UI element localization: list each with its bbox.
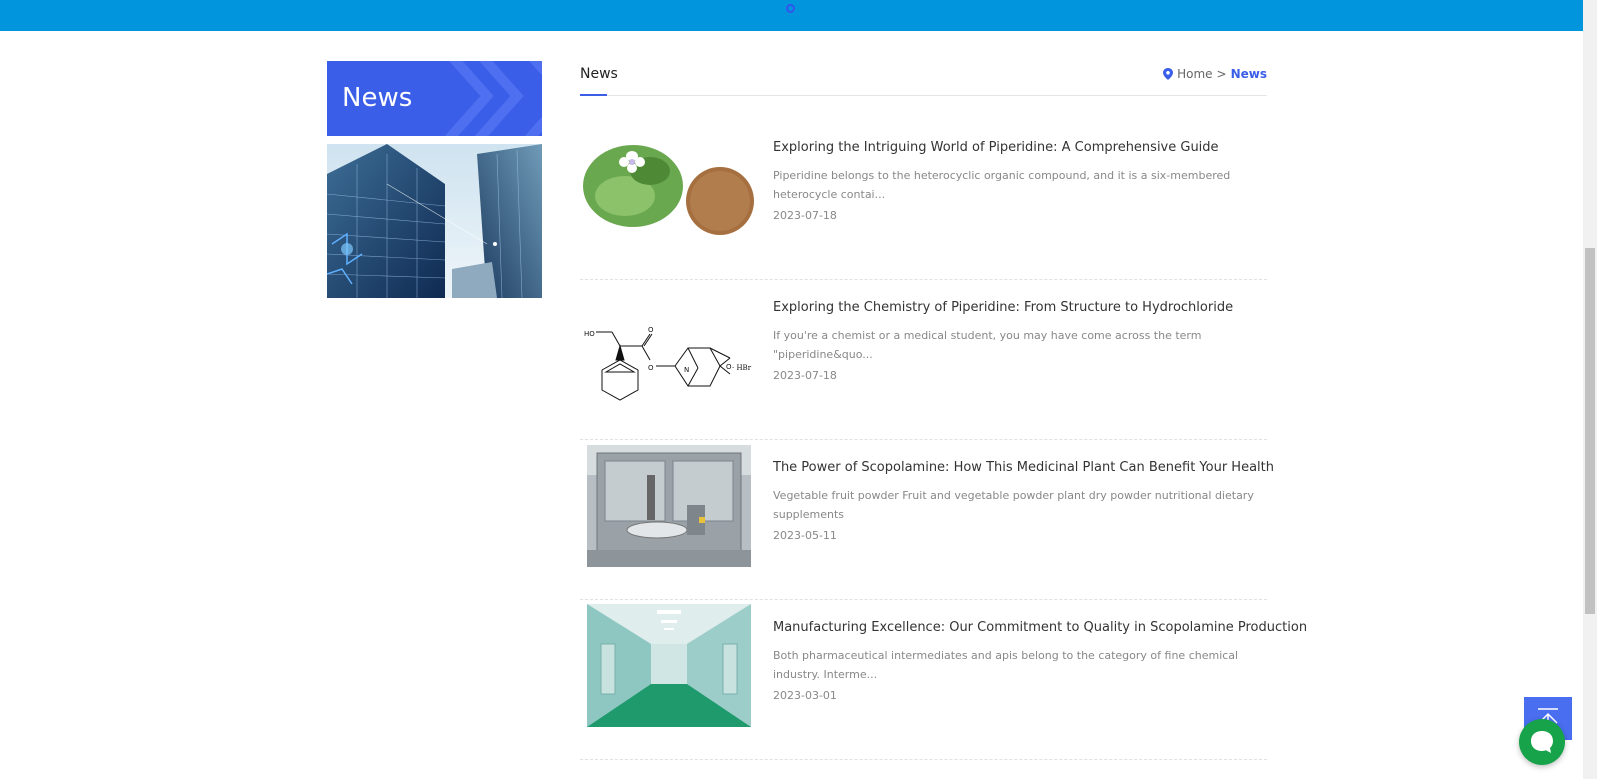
- news-date: 2023-07-18: [773, 369, 837, 382]
- loading-spinner-icon: [786, 4, 795, 13]
- news-thumbnail-lab-equipment[interactable]: [587, 445, 751, 567]
- top-bar: [0, 0, 1583, 31]
- page-title: News: [580, 66, 618, 82]
- molecule-n-label: N: [684, 366, 689, 374]
- news-date: 2023-07-18: [773, 209, 837, 222]
- breadcrumb-separator: >: [1216, 67, 1227, 81]
- news-item[interactable]: Exploring the Intriguing World of Piperi…: [580, 120, 1267, 280]
- molecule-ho-label: HO: [584, 330, 595, 338]
- sidebar-image-buildings: [327, 144, 542, 298]
- scrollbar-thumb[interactable]: [1585, 248, 1595, 614]
- news-thumbnail-molecule[interactable]: HO O O N O · HBr: [580, 296, 756, 403]
- news-summary: Vegetable fruit powder Fruit and vegetab…: [773, 489, 1254, 521]
- news-title[interactable]: Manufacturing Excellence: Our Commitment…: [773, 620, 1307, 635]
- news-title[interactable]: Exploring the Chemistry of Piperidine: F…: [773, 300, 1233, 315]
- news-thumbnail-plant-powder[interactable]: [580, 136, 756, 243]
- breadcrumb-current: News: [1230, 67, 1267, 81]
- page: News News Home > News Exploring the Intr…: [0, 0, 1597, 779]
- heading-accent: [580, 94, 607, 96]
- news-summary: Both pharmaceutical intermediates and ap…: [773, 649, 1239, 681]
- page-scrollbar[interactable]: [1583, 0, 1597, 779]
- breadcrumb: Home > News: [1163, 67, 1267, 81]
- news-item[interactable]: Manufacturing Excellence: Our Commitment…: [580, 600, 1307, 760]
- news-date: 2023-05-11: [773, 529, 837, 542]
- sidebar-banner: News: [327, 61, 542, 136]
- sidebar-title: News: [342, 83, 413, 113]
- molecule-hbr-label: · HBr: [732, 364, 752, 372]
- news-summary: Piperidine belongs to the heterocyclic o…: [773, 169, 1231, 201]
- chat-bubble-icon: [1531, 731, 1553, 753]
- location-pin-icon: [1163, 68, 1174, 80]
- news-thumbnail-cleanroom[interactable]: [587, 604, 751, 727]
- news-item[interactable]: The Power of Scopolamine: How This Medic…: [580, 440, 1274, 600]
- news-item[interactable]: HO O O N O · HBr Exploring the Chemistry…: [580, 280, 1267, 440]
- chat-button[interactable]: [1519, 719, 1565, 765]
- news-title[interactable]: The Power of Scopolamine: How This Medic…: [773, 460, 1274, 475]
- news-summary: If you're a chemist or a medical student…: [773, 329, 1202, 361]
- heading-divider: [580, 95, 1267, 96]
- breadcrumb-home-link[interactable]: Home: [1177, 67, 1212, 81]
- news-divider: [580, 759, 1267, 760]
- news-title[interactable]: Exploring the Intriguing World of Piperi…: [773, 140, 1219, 155]
- news-date: 2023-03-01: [773, 689, 837, 702]
- molecule-o-label: O: [648, 326, 654, 334]
- molecule-o-label: O: [648, 364, 654, 372]
